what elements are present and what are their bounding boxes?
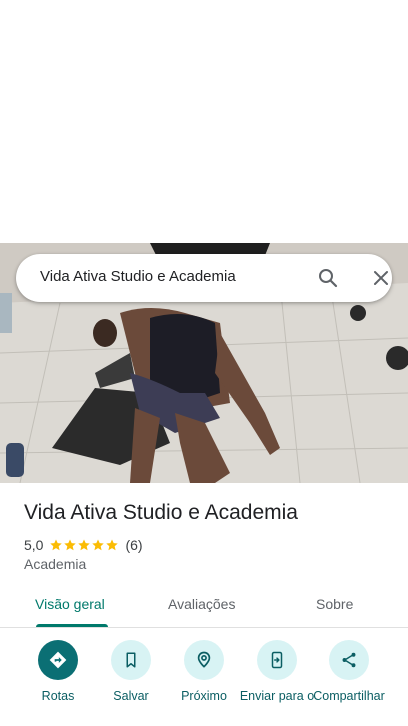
search-bar[interactable]: Vida Ativa Studio e Academia — [16, 254, 392, 302]
bookmark-icon — [111, 640, 151, 680]
directions-button[interactable]: Rotas — [20, 640, 96, 703]
nearby-icon — [184, 640, 224, 680]
directions-label: Rotas — [41, 689, 75, 703]
save-label: Salvar — [113, 689, 149, 703]
place-category: Academia — [24, 556, 87, 572]
star-icon — [92, 539, 105, 551]
review-count[interactable]: (6) — [125, 537, 142, 553]
star-icon — [50, 539, 63, 551]
share-icon — [329, 640, 369, 680]
search-input[interactable]: Vida Ativa Studio e Academia — [40, 268, 236, 285]
directions-icon — [38, 640, 78, 680]
send-to-phone-button[interactable]: Enviar para o — [239, 640, 315, 703]
star-rating — [49, 538, 119, 552]
save-button[interactable]: Salvar — [93, 640, 169, 703]
map-blank-area — [0, 0, 408, 243]
share-label: Compartilhar — [313, 689, 385, 703]
tab-overview[interactable]: Visão geral — [35, 596, 105, 612]
rating-row[interactable]: 5,0 (6) — [24, 536, 143, 554]
tab-about[interactable]: Sobre — [316, 596, 353, 612]
search-icon[interactable] — [316, 266, 340, 290]
tab-reviews[interactable]: Avaliações — [168, 596, 235, 612]
place-title: Vida Ativa Studio e Academia — [24, 501, 298, 524]
send-to-phone-label: Enviar para o — [239, 689, 315, 703]
send-to-phone-icon — [257, 640, 297, 680]
share-button[interactable]: Compartilhar — [311, 640, 387, 703]
nearby-button[interactable]: Próximo — [166, 640, 242, 703]
close-icon[interactable] — [369, 266, 393, 290]
star-icon — [78, 539, 91, 551]
star-icon — [64, 539, 77, 551]
star-icon — [106, 539, 119, 551]
action-bar: Rotas Salvar Próximo Enviar para o Compa… — [0, 640, 408, 726]
active-tab-indicator — [36, 624, 108, 627]
nearby-label: Próximo — [181, 689, 227, 703]
place-tabs: Visão geral Avaliações Sobre — [0, 588, 408, 628]
rating-value: 5,0 — [24, 537, 44, 553]
